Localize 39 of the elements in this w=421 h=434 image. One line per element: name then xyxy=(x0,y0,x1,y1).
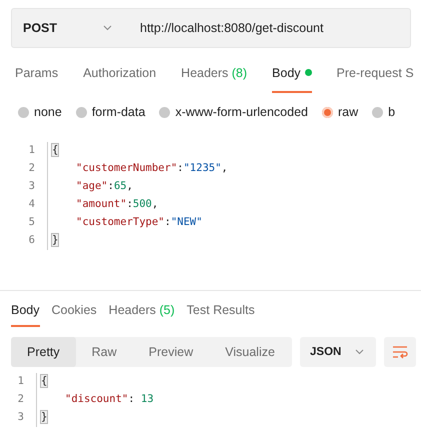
code-line: "discount": 13 xyxy=(64,392,154,408)
line-number: 3 xyxy=(28,178,36,194)
view-mode-tab[interactable]: Preview xyxy=(132,337,210,368)
format-dropdown[interactable]: JSON xyxy=(300,337,376,368)
wrap-icon xyxy=(392,345,408,360)
radio-option[interactable]: none xyxy=(18,102,62,122)
tab[interactable]: Cookies xyxy=(52,300,97,328)
chevron-icon xyxy=(355,349,364,356)
view-mode-tab[interactable]: Pretty xyxy=(11,337,76,368)
wrap-lines-button[interactable] xyxy=(384,337,416,368)
code-line: "customerNumber":"1235", xyxy=(75,160,228,176)
code-line: "amount":500, xyxy=(75,196,158,212)
line-number: 2 xyxy=(16,392,25,408)
tab[interactable]: Pre-request S xyxy=(336,64,414,93)
tab[interactable]: Authorization xyxy=(83,64,156,93)
line-number: 1 xyxy=(16,374,25,390)
tab[interactable]: Body xyxy=(272,64,312,93)
method-dropdown[interactable]: POST xyxy=(12,9,128,47)
tab[interactable]: Headers (8) xyxy=(181,64,248,93)
tab[interactable]: Params xyxy=(15,64,58,93)
tab[interactable]: Test Results xyxy=(186,300,255,328)
radio-option[interactable]: raw xyxy=(322,102,358,122)
code-line: "customerType":"NEW" xyxy=(75,214,202,230)
line-number: 3 xyxy=(16,410,25,426)
line-number: 1 xyxy=(28,142,36,158)
line-number: 2 xyxy=(28,160,36,176)
line-number: 6 xyxy=(28,232,36,248)
radio-option[interactable]: b xyxy=(372,102,396,122)
line-number: 5 xyxy=(28,214,36,230)
radio-option[interactable]: x-www-form-urlencoded xyxy=(159,102,308,122)
view-mode-tab[interactable]: Visualize xyxy=(209,337,291,368)
chevron-icon xyxy=(103,25,112,31)
code-line: "age":65, xyxy=(75,178,133,194)
tab[interactable]: Headers (5) xyxy=(108,300,175,328)
line-number: 4 xyxy=(28,196,36,212)
radio-option[interactable]: form-data xyxy=(76,102,146,122)
tab[interactable]: Body xyxy=(11,300,40,328)
url-field[interactable]: http://localhost:8080/get-discount xyxy=(128,18,324,38)
view-mode-tab[interactable]: Raw xyxy=(76,337,133,368)
